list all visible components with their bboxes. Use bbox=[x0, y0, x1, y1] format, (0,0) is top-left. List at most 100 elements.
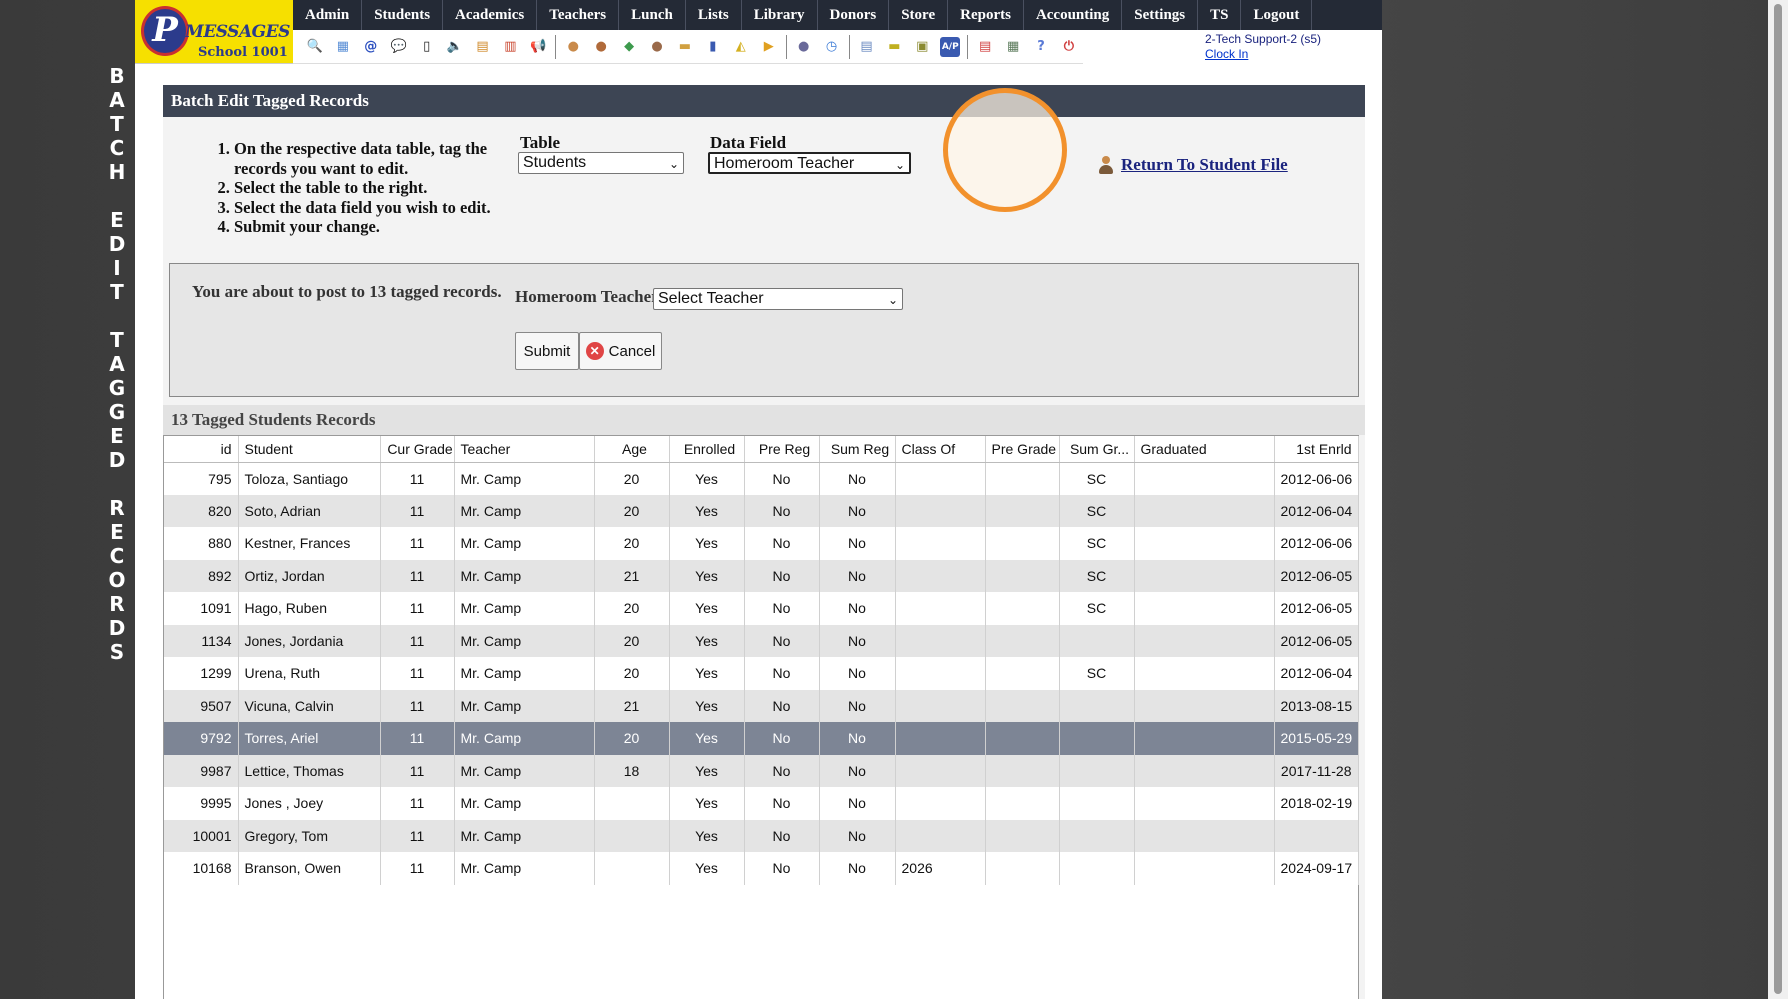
table-cell: 1299 bbox=[164, 657, 239, 690]
table-row[interactable]: 880 Kestner, Frances 11 Mr. Camp 20 Yes No No SC… bbox=[164, 527, 1359, 560]
megaphone-icon[interactable]: 📢 bbox=[528, 37, 548, 57]
table-cell: 11 bbox=[380, 722, 455, 755]
table-cell: No bbox=[744, 494, 820, 527]
parents-icon[interactable]: ● bbox=[647, 37, 667, 57]
table-cell: 10001 bbox=[164, 819, 239, 852]
table-cell: 2017-11-28 bbox=[1274, 754, 1359, 787]
lunch-icon[interactable]: ▬ bbox=[675, 37, 695, 57]
table-row[interactable]: 1299 Urena, Ruth 11 Mr. Camp 20 Yes No No SC 2012… bbox=[164, 657, 1359, 690]
table-cell: Mr. Camp bbox=[454, 494, 595, 527]
newsletter-icon[interactable]: ▤ bbox=[473, 37, 493, 57]
side-title-letter: O bbox=[108, 568, 126, 592]
column-header[interactable]: Student bbox=[238, 436, 381, 463]
menu-item-students[interactable]: Students bbox=[362, 0, 444, 30]
report-icon[interactable]: ▤ bbox=[857, 37, 877, 57]
table-cell bbox=[1134, 592, 1275, 625]
calendar-grid-icon[interactable]: ▦ bbox=[333, 37, 353, 57]
table-cell: No bbox=[819, 527, 896, 560]
table-cell bbox=[1134, 722, 1275, 755]
menu-item-admin[interactable]: Admin bbox=[293, 0, 363, 30]
card-icon[interactable]: ▬ bbox=[884, 37, 904, 57]
table-row[interactable]: 10001 Gregory, Tom 11 Mr. Camp Yes No No bbox=[164, 819, 1359, 852]
table-cell bbox=[1134, 527, 1275, 560]
email-icon[interactable]: @ bbox=[361, 37, 381, 57]
teacher-icon[interactable]: ● bbox=[591, 37, 611, 57]
ap-icon[interactable]: A/P bbox=[940, 36, 961, 57]
table-cell: 892 bbox=[164, 559, 239, 592]
table-row[interactable]: 9792 Torres, Ariel 11 Mr. Camp 20 Yes No No 2015… bbox=[164, 722, 1359, 755]
menu-item-library[interactable]: Library bbox=[742, 0, 818, 30]
column-header[interactable]: Age bbox=[594, 436, 670, 463]
power-icon[interactable]: ⏻ bbox=[1059, 37, 1079, 57]
table-cell: SC bbox=[1059, 559, 1135, 592]
submit-button[interactable]: Submit bbox=[515, 332, 579, 370]
table-row[interactable]: 10168 Branson, Owen 11 Mr. Camp Yes No No 2026 2… bbox=[164, 852, 1359, 885]
money-icon[interactable]: ◆ bbox=[619, 37, 639, 57]
staff-icon[interactable]: ● bbox=[794, 37, 814, 57]
school-logo[interactable]: P MESSAGES School 1001 bbox=[135, 0, 293, 64]
menu-item-lists[interactable]: Lists bbox=[686, 0, 742, 30]
printer-icon[interactable]: ▣ bbox=[912, 37, 932, 57]
menu-item-donors[interactable]: Donors bbox=[818, 0, 890, 30]
menu-item-lunch[interactable]: Lunch bbox=[619, 0, 686, 30]
cancel-button[interactable]: ✕ Cancel bbox=[579, 332, 662, 370]
return-to-student-file-link[interactable]: Return To Student File bbox=[1097, 155, 1288, 175]
table-row[interactable]: 1134 Jones, Jordania 11 Mr. Camp 20 Yes No No 20… bbox=[164, 624, 1359, 657]
side-title-letter: A bbox=[109, 88, 125, 112]
menu-item-store[interactable]: Store bbox=[889, 0, 949, 30]
table-cell: SC bbox=[1059, 592, 1135, 625]
table-row[interactable]: 795 Toloza, Santiago 11 Mr. Camp 20 Yes No No SC… bbox=[164, 462, 1359, 495]
column-header[interactable]: Graduated bbox=[1134, 436, 1275, 463]
column-header[interactable]: Teacher bbox=[454, 436, 595, 463]
table-row[interactable]: 1091 Hago, Ruben 11 Mr. Camp 20 Yes No No SC 2012… bbox=[164, 592, 1359, 625]
page-scrollbar[interactable] bbox=[1768, 0, 1788, 999]
data-field-select[interactable]: Homeroom Teacher ⌄ bbox=[708, 152, 911, 174]
cash-icon[interactable]: ▦ bbox=[1003, 37, 1023, 57]
table-cell: 20 bbox=[594, 624, 670, 657]
table-row[interactable]: 9995 Jones , Joey 11 Mr. Camp Yes No No 2018-02… bbox=[164, 787, 1359, 820]
table-cell: 2012-06-04 bbox=[1274, 494, 1359, 527]
clock-icon[interactable]: ◷ bbox=[822, 37, 842, 57]
column-header[interactable]: Pre Reg bbox=[744, 436, 820, 463]
column-header[interactable]: Cur Grade bbox=[380, 436, 455, 463]
student-icon[interactable]: ● bbox=[563, 37, 583, 57]
mobile-phone-icon[interactable]: ▯ bbox=[417, 37, 437, 57]
table-row[interactable]: 820 Soto, Adrian 11 Mr. Camp 20 Yes No No SC 2012… bbox=[164, 494, 1359, 527]
speaker-icon[interactable]: 🔈 bbox=[445, 37, 465, 57]
menu-item-logout[interactable]: Logout bbox=[1241, 0, 1313, 30]
store-icon[interactable]: ▶ bbox=[759, 37, 779, 57]
menu-item-ts[interactable]: TS bbox=[1198, 0, 1242, 30]
menu-item-reports[interactable]: Reports bbox=[948, 0, 1024, 30]
table-select[interactable]: Students ⌄ bbox=[518, 152, 684, 174]
bell-icon[interactable]: ◭ bbox=[731, 37, 751, 57]
table-row[interactable]: 9507 Vicuna, Calvin 11 Mr. Camp 21 Yes No No 201… bbox=[164, 689, 1359, 722]
column-header[interactable]: Sum Reg bbox=[819, 436, 896, 463]
table-cell bbox=[985, 624, 1060, 657]
column-header[interactable]: Sum Gr... bbox=[1059, 436, 1135, 463]
table-row[interactable]: 892 Ortiz, Jordan 11 Mr. Camp 21 Yes No No SC 201… bbox=[164, 559, 1359, 592]
book-icon[interactable]: ▮ bbox=[703, 37, 723, 57]
help-icon[interactable]: ? bbox=[1031, 37, 1051, 57]
column-header[interactable]: Class Of bbox=[895, 436, 986, 463]
student-icon bbox=[1097, 155, 1115, 175]
scrollbar-thumb[interactable] bbox=[1774, 4, 1782, 994]
instruction-step: On the respective data table, tag the re… bbox=[234, 139, 524, 178]
table-row[interactable]: 9987 Lettice, Thomas 11 Mr. Camp 18 Yes No No 20… bbox=[164, 754, 1359, 787]
teacher-select[interactable]: Select Teacher ⌄ bbox=[653, 288, 903, 310]
menu-item-accounting[interactable]: Accounting bbox=[1024, 0, 1123, 30]
toolbar-separator bbox=[785, 34, 787, 59]
table-cell bbox=[895, 722, 986, 755]
column-header[interactable]: id bbox=[164, 436, 239, 463]
menu-item-teachers[interactable]: Teachers bbox=[537, 0, 620, 30]
clock-in-link[interactable]: Clock In bbox=[1205, 47, 1321, 62]
menu-item-academics[interactable]: Academics bbox=[443, 0, 538, 30]
menu-item-settings[interactable]: Settings bbox=[1122, 0, 1199, 30]
column-header[interactable]: Pre Grade bbox=[985, 436, 1060, 463]
chat-icon[interactable]: 💬 bbox=[389, 37, 409, 57]
table-cell: Yes bbox=[669, 494, 745, 527]
column-header[interactable]: Enrolled bbox=[669, 436, 745, 463]
column-header[interactable]: 1st Enrld bbox=[1274, 436, 1359, 463]
pdf-icon[interactable]: ▤ bbox=[975, 37, 995, 57]
calendar-icon[interactable]: ▥ bbox=[500, 37, 520, 57]
search-icon[interactable]: 🔍 bbox=[305, 37, 325, 57]
